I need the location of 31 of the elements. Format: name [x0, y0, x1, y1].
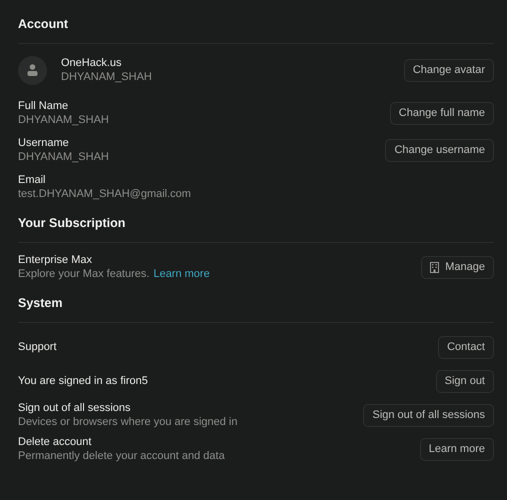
setting-label: Email: [18, 174, 47, 186]
avatar[interactable]: [18, 56, 47, 84]
setting-value: test.DHYANAM_SHAH@gmail.com: [18, 186, 191, 200]
setting-label: Sign out of all sessions: [18, 402, 132, 414]
setting-label: Username: [18, 136, 70, 150]
learn-more-link[interactable]: Learn more: [153, 266, 210, 280]
setting-description: Explore your Max features.: [18, 266, 150, 280]
building-icon: [430, 262, 440, 272]
setting-label: Full Name: [18, 100, 70, 112]
setting-value: DHYANAM_SHAH: [18, 112, 109, 126]
setting-label: Enterprise Max: [18, 254, 93, 266]
action-button[interactable]: Sign out: [436, 370, 494, 392]
action-button[interactable]: Learn more: [420, 438, 494, 460]
section-heading: Account: [18, 16, 494, 44]
action-button[interactable]: Contact: [438, 336, 494, 358]
setting-value: Permanently delete your account and data: [18, 448, 225, 462]
action-button[interactable]: Change full name: [390, 102, 494, 124]
action-button[interactable]: Change avatar: [404, 58, 494, 82]
section-heading: System: [18, 295, 494, 323]
action-button[interactable]: Sign out of all sessions: [363, 404, 494, 426]
user-name: DHYANAM_SHAH: [61, 70, 152, 84]
action-button[interactable]: Change username: [385, 138, 494, 162]
setting-value: Devices or browsers where you are signed in: [18, 414, 238, 428]
setting-label: Support: [18, 340, 57, 354]
action-button[interactable]: Manage: [421, 256, 494, 278]
site-name: OneHack.us: [61, 56, 123, 70]
section-heading: Your Subscription: [18, 215, 494, 243]
setting-value: DHYANAM_SHAH: [18, 150, 109, 164]
setting-label: Delete account: [18, 436, 92, 448]
setting-label: You are signed in as firon5: [18, 374, 148, 388]
avatar-icon: [27, 64, 38, 76]
